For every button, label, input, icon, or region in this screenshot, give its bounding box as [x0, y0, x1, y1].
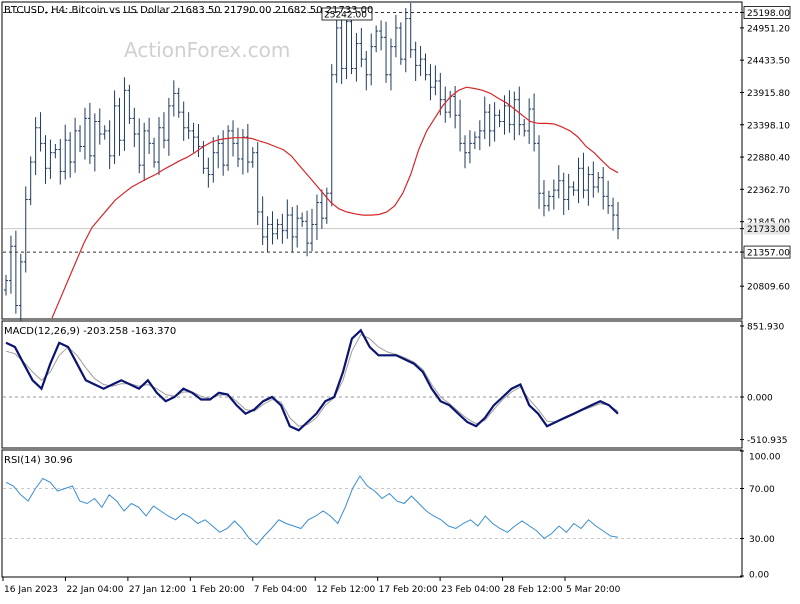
- time-axis-label: 5 Mar 20:00: [566, 585, 621, 595]
- rsi-axis-label: 30.00: [749, 535, 775, 545]
- time-axis-label: 28 Feb 12:00: [504, 585, 563, 595]
- price-axis-label: 24433.50: [747, 57, 790, 67]
- rsi-axis-label: 70.00: [749, 485, 775, 495]
- rsi-title: RSI(14) 30.96: [4, 455, 73, 466]
- chart-canvas[interactable]: 25242.00 25198.0024951.2024433.5023915.8…: [0, 0, 800, 600]
- watermark: ActionForex.com: [124, 38, 290, 62]
- time-axis-label: 23 Feb 04:00: [441, 585, 500, 595]
- chart-window: 25242.00 25198.00 24951.20 24433.50 23915.8…: [0, 0, 800, 600]
- macd-axis-label: -510.935: [747, 436, 787, 446]
- price-axis-label: 22880.40: [747, 154, 790, 164]
- chart-background: [0, 0, 800, 600]
- rsi-axis-label: 0.00: [749, 571, 769, 581]
- price-axis-label: 24951.20: [747, 24, 790, 34]
- macd-axis-label: 851.930: [747, 323, 784, 333]
- rsi-axis-label: 100.00: [749, 453, 781, 463]
- price-axis-label: 20809.60: [747, 283, 790, 293]
- time-axis-label: 16 Jan 2023: [4, 585, 58, 595]
- time-axis-label: 1 Feb 20:00: [191, 585, 245, 595]
- macd-title: MACD(12,26,9) -203.258 -163.370: [4, 326, 176, 337]
- price-axis-label: 22362.70: [747, 186, 790, 196]
- time-axis-label: 17 Feb 20:00: [379, 585, 438, 595]
- price-axis-label: 25198.00: [747, 9, 790, 19]
- time-axis-label: 22 Jan 04:00: [66, 585, 123, 595]
- time-axis-label: 12 Feb 12:00: [316, 585, 375, 595]
- chart-title: BTCUSD, H4: Bitcoin vs US Dollar 21683.5…: [4, 5, 373, 16]
- price-axis-label: 23398.10: [747, 121, 790, 131]
- time-axis-label: 7 Feb 04:00: [254, 585, 308, 595]
- macd-axis-label: 0.000: [747, 394, 773, 404]
- price-axis-label: 21733.00: [747, 225, 790, 235]
- price-axis-label: 21357.00: [747, 249, 790, 259]
- time-axis-label: 27 Jan 12:00: [129, 585, 186, 595]
- price-axis-label: 23915.80: [747, 89, 790, 99]
